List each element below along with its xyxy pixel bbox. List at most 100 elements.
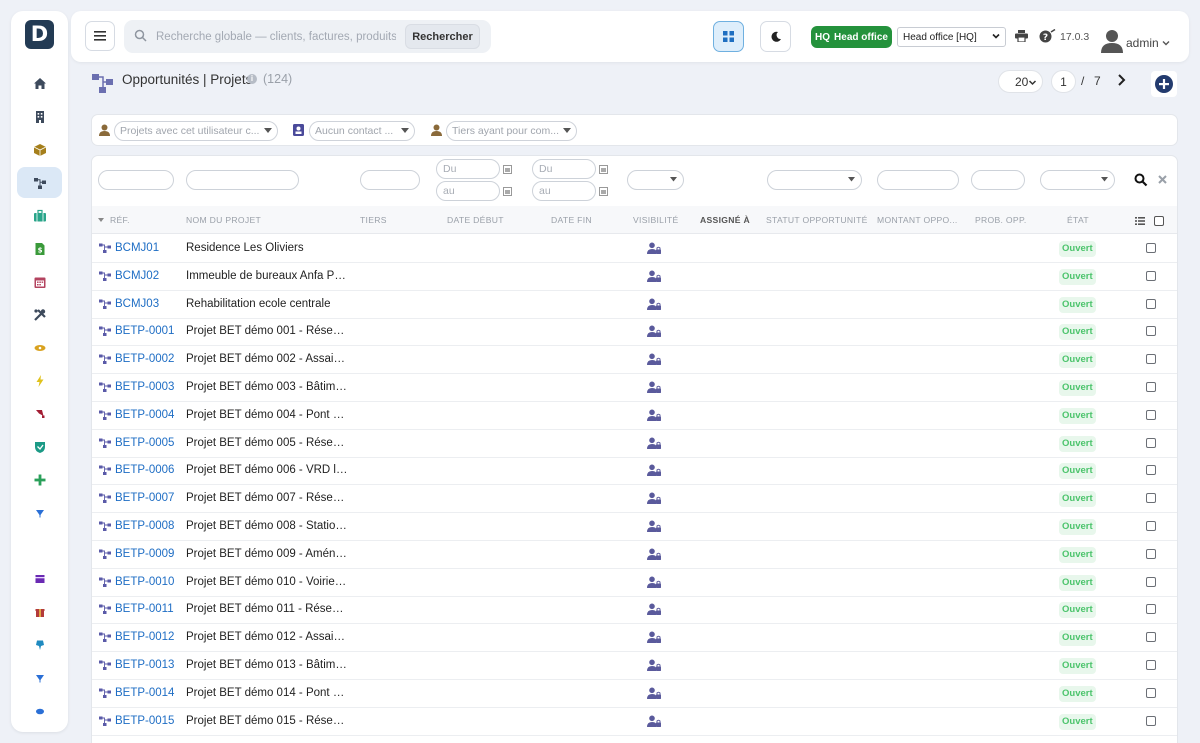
sidebar-item-gift[interactable] — [17, 596, 62, 627]
apps-grid-button[interactable] — [713, 21, 744, 52]
row-checkbox[interactable] — [1146, 243, 1156, 253]
prob-search-field[interactable] — [971, 170, 1025, 190]
table-row[interactable]: BETP-0008 Projet BET démo 008 - Station … — [92, 513, 1177, 541]
row-checkbox[interactable] — [1146, 437, 1156, 448]
row-checkbox[interactable] — [1146, 715, 1156, 726]
header-status[interactable]: Statut opportunité — [766, 215, 868, 225]
state-select[interactable] — [1040, 170, 1115, 190]
table-row[interactable]: BETP-0011 Projet BET démo 011 - Réseau .… — [92, 596, 1177, 625]
visibility-select[interactable] — [627, 170, 684, 190]
sidebar-item-invoice[interactable]: $ — [17, 233, 62, 264]
row-checkbox[interactable] — [1146, 326, 1156, 337]
project-ref-link[interactable]: BETP-0002 — [99, 353, 174, 365]
sidebar-item-calendar[interactable] — [17, 266, 62, 297]
tiers-filter-select[interactable]: Tiers ayant pour com... — [446, 121, 577, 141]
project-ref-link[interactable]: BETP-0014 — [99, 687, 174, 699]
avatar[interactable] — [1101, 29, 1123, 53]
sidebar-item-briefcase[interactable] — [17, 200, 62, 231]
header-date-end[interactable]: Date fin — [551, 215, 592, 225]
row-checkbox[interactable] — [1146, 493, 1156, 504]
header-prob[interactable]: Prob. opp. — [975, 215, 1027, 225]
status-select[interactable] — [767, 170, 862, 190]
per-page-select[interactable]: 20 — [998, 70, 1043, 93]
calendar-icon[interactable] — [503, 165, 512, 174]
add-project-button[interactable] — [1151, 71, 1177, 97]
sidebar-item-building[interactable] — [17, 101, 62, 132]
project-ref-link[interactable]: BETP-0007 — [99, 492, 174, 504]
project-ref-link[interactable]: BETP-0015 — [99, 715, 174, 727]
ref-search-field[interactable] — [98, 170, 174, 190]
table-row[interactable]: BETP-0005 Projet BET démo 005 - Réseau .… — [92, 430, 1177, 458]
global-search-input[interactable] — [156, 28, 396, 46]
app-logo[interactable]: D — [25, 20, 54, 49]
sidebar-item-box[interactable] — [17, 134, 62, 165]
sidebar-item-plus[interactable] — [17, 464, 62, 495]
row-checkbox[interactable] — [1146, 576, 1156, 587]
project-ref-link[interactable]: BCMJ03 — [99, 298, 159, 310]
dark-mode-button[interactable] — [760, 21, 791, 52]
table-row[interactable]: BETP-0007 Projet BET démo 007 - Réservoi… — [92, 485, 1177, 514]
project-ref-link[interactable]: BCMJ01 — [99, 242, 159, 254]
sidebar-item-lightning[interactable] — [17, 365, 62, 396]
calendar-icon[interactable] — [599, 187, 608, 196]
project-ref-link[interactable]: BETP-0009 — [99, 548, 174, 560]
project-ref-link[interactable]: BETP-0004 — [99, 409, 174, 421]
project-ref-link[interactable]: BETP-0012 — [99, 631, 174, 643]
search-button[interactable]: Rechercher — [405, 24, 480, 49]
sidebar-item-pin[interactable] — [17, 629, 62, 660]
project-ref-link[interactable]: BETP-0001 — [99, 325, 174, 337]
table-row[interactable]: BETP-0015 Projet BET démo 015 - Réseau .… — [92, 708, 1177, 736]
sidebar-item-shield[interactable] — [17, 431, 62, 462]
row-checkbox[interactable] — [1146, 521, 1156, 531]
user-filter-select[interactable]: Projets avec cet utilisateur c... — [114, 121, 278, 141]
project-ref-link[interactable]: BETP-0006 — [99, 464, 174, 476]
project-ref-link[interactable]: BETP-0013 — [99, 659, 174, 671]
sidebar-item-flag[interactable] — [17, 398, 62, 429]
table-row[interactable]: BCMJ02 Immeuble de bureaux Anfa Place Ou… — [92, 263, 1177, 291]
header-tiers[interactable]: Tiers — [360, 215, 387, 225]
hq-badge[interactable]: HQ Head office — [811, 26, 892, 48]
calendar-icon[interactable] — [599, 165, 608, 174]
search-icon[interactable] — [1134, 173, 1148, 187]
menu-toggle-button[interactable] — [85, 21, 115, 51]
row-checkbox[interactable] — [1146, 660, 1156, 670]
table-row[interactable]: BCMJ01 Residence Les Oliviers Ouvert — [92, 235, 1177, 263]
sidebar-item-filter[interactable] — [17, 662, 62, 693]
header-amount[interactable]: Montant oppo... — [877, 215, 958, 225]
next-page-icon[interactable] — [1116, 73, 1128, 87]
table-row[interactable]: BETP-0014 Projet BET démo 014 - Pont dal… — [92, 680, 1177, 708]
table-row[interactable]: BETP-0003 Projet BET démo 003 - Bâtiment… — [92, 374, 1177, 402]
table-row[interactable]: BETP-0001 Projet BET démo 001 - Réseau .… — [92, 318, 1177, 347]
sort-desc-icon[interactable] — [98, 218, 104, 222]
table-row[interactable]: BETP-0010 Projet BET démo 010 - Voirie u… — [92, 569, 1177, 597]
project-ref-link[interactable]: BETP-0010 — [99, 576, 174, 588]
date-end-to-field[interactable]: au — [532, 181, 596, 201]
office-select[interactable]: Head office [HQ] — [897, 27, 1006, 47]
sidebar-item-project-tree[interactable] — [17, 167, 62, 198]
page-number-input[interactable]: 1 — [1051, 70, 1076, 93]
tiers-search-field[interactable] — [360, 170, 420, 190]
calendar-icon[interactable] — [503, 187, 512, 196]
date-end-from-field[interactable]: Du — [532, 159, 596, 179]
row-checkbox[interactable] — [1146, 409, 1156, 420]
row-checkbox[interactable] — [1146, 354, 1156, 365]
sidebar-item-filter[interactable] — [17, 497, 62, 528]
name-search-field[interactable] — [186, 170, 299, 190]
header-ref[interactable]: Réf. — [110, 215, 130, 225]
table-row[interactable]: BETP-0009 Projet BET démo 009 - Aménag..… — [92, 541, 1177, 569]
amount-search-field[interactable] — [877, 170, 959, 190]
print-icon[interactable] — [1015, 30, 1028, 42]
table-row[interactable]: BETP-0013 Projet BET démo 013 - Bâtiment… — [92, 652, 1177, 680]
row-checkbox[interactable] — [1146, 687, 1156, 698]
project-ref-link[interactable]: BETP-0005 — [99, 437, 174, 449]
column-list-icon[interactable] — [1135, 217, 1145, 225]
table-row[interactable]: BCMJ03 Rehabilitation ecole centrale Ouv… — [92, 291, 1177, 319]
table-row[interactable]: BETP-0002 Projet BET démo 002 - Assainis… — [92, 346, 1177, 375]
table-row[interactable]: BETP-0004 Projet BET démo 004 - Pont dal… — [92, 402, 1177, 430]
help-icon[interactable]: ? — [1039, 29, 1057, 43]
date-start-to-field[interactable]: au — [436, 181, 500, 201]
project-ref-link[interactable]: BETP-0003 — [99, 381, 174, 393]
select-all-checkbox[interactable] — [1154, 216, 1164, 226]
header-state[interactable]: État — [1067, 215, 1089, 225]
close-icon[interactable] — [1158, 175, 1167, 184]
